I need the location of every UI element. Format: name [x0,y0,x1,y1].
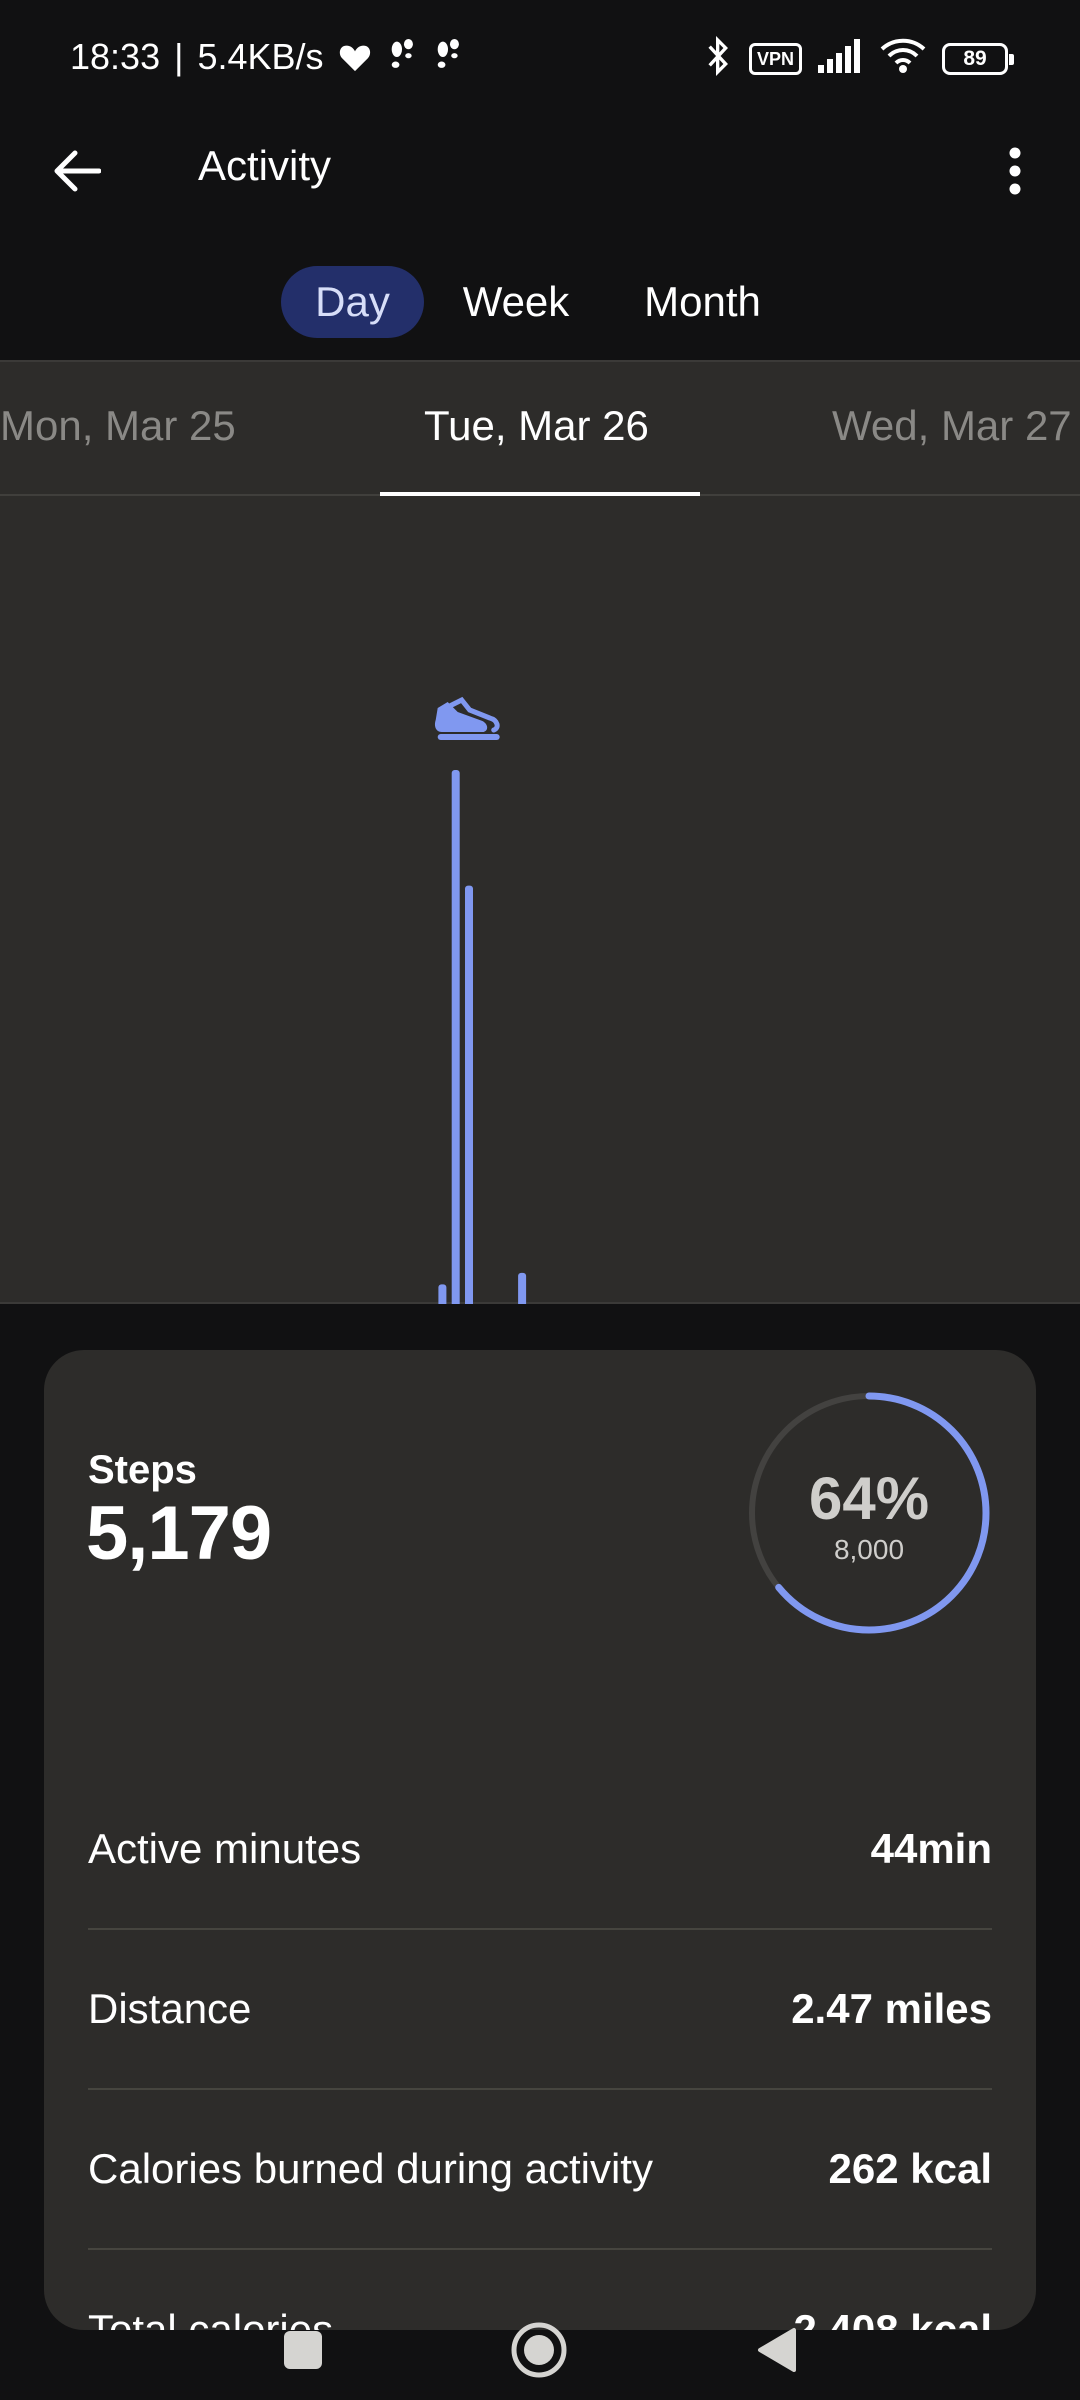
triangle-back-icon [758,2328,796,2372]
battery-level: 89 [963,46,987,70]
goal-percent: 64% [808,1465,930,1532]
home-circle-icon [511,2322,567,2378]
footsteps-icon [386,39,418,75]
network-speed: 5.4KB/s [197,36,324,77]
wifi-icon [880,38,926,79]
chart-bar [438,1284,447,1304]
vpn-icon: VPN [748,42,802,75]
battery-icon: 89 [942,42,1014,75]
more-vertical-icon [1009,147,1021,195]
chart-bar [465,885,473,1304]
metric-label: Calories burned during activity [88,2145,653,2192]
back-arrow-button[interactable] [42,136,112,206]
chart-bar [518,1272,527,1304]
steps-label: Steps [88,1448,197,1492]
period-tabs: Day Week Month [0,266,1080,338]
system-nav-bar [0,2300,1080,2400]
date-next[interactable]: Wed, Mar 27 [832,402,1072,450]
chart-panel: Mon, Mar 25 Tue, Mar 26 Wed, Mar 27 06:0… [0,360,1080,1304]
metric-active-minutes[interactable]: Active minutes 44min [88,1770,992,1930]
back-button[interactable] [740,2314,812,2386]
square-icon [284,2331,322,2369]
tab-week[interactable]: Week [440,266,592,338]
status-left: 18:33 | 5.4KB/s [70,36,464,78]
chart-bar [451,770,460,1304]
status-separator: | [174,36,184,77]
shoe-icon [434,696,500,740]
footsteps-icon [432,39,464,75]
status-time: 18:33 [70,36,161,77]
app-bar: Activity [0,118,1080,218]
activity-screen: 18:33 | 5.4KB/s VPN 89 Activity Day Week… [0,0,1080,2400]
more-options-button[interactable] [980,136,1050,206]
bluetooth-icon [705,35,733,81]
steps-value: 5,179 [86,1491,272,1576]
metric-value: 262 kcal [828,2145,993,2192]
metric-value: 2.47 miles [791,1985,992,2032]
metric-activity-calories[interactable]: Calories burned during activity 262 kcal [88,2090,992,2250]
status-bar: 18:33 | 5.4KB/s VPN 89 [0,0,1080,118]
date-current[interactable]: Tue, Mar 26 [424,402,649,450]
tab-month[interactable]: Month [620,266,785,338]
metric-distance[interactable]: Distance 2.47 miles [88,1930,992,2090]
date-strip: Mon, Mar 25 Tue, Mar 26 Wed, Mar 27 [0,362,1080,496]
date-previous[interactable]: Mon, Mar 25 [0,402,236,450]
arrow-left-icon [54,150,101,192]
chart-bars [438,770,527,1304]
page-title: Activity [198,142,332,189]
status-right: VPN 89 [705,35,1014,81]
home-button[interactable] [503,2314,575,2386]
goal-value: 8,000 [833,1534,905,1565]
metric-label: Active minutes [88,1825,362,1872]
metric-value: 44min [870,1825,992,1872]
metric-label: Distance [88,1985,252,2032]
steps-card: Steps 5,179 64% 8,000 Active minutes 44m… [44,1350,1036,2330]
heart-icon [338,41,372,73]
steps-chart: 06:0012:0018:00 [434,696,527,1304]
signal-icon [818,39,864,78]
tab-day[interactable]: Day [281,266,424,338]
recents-button[interactable] [267,2314,339,2386]
